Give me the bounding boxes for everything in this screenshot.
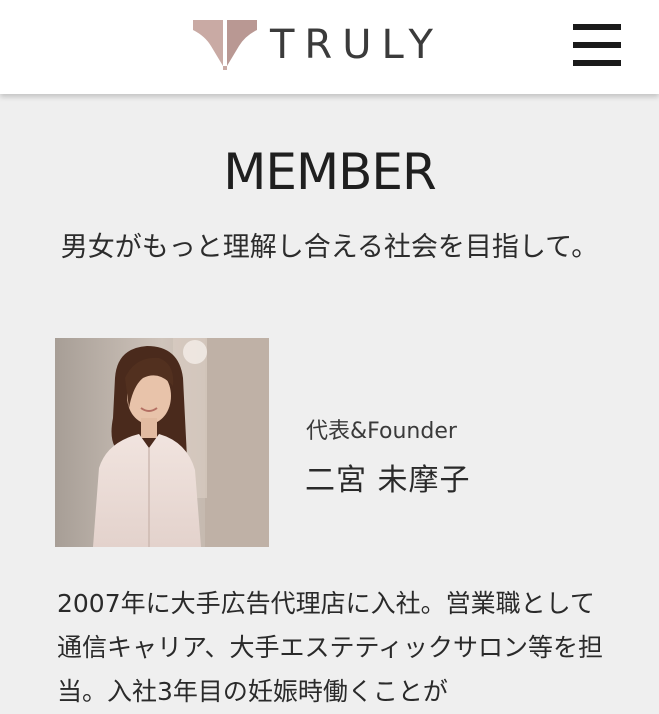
member-photo xyxy=(55,338,269,547)
member-role: 代表&Founder xyxy=(306,419,457,444)
menu-bar xyxy=(573,60,621,66)
brand-name[interactable]: TRULY xyxy=(270,20,443,70)
portrait-image xyxy=(55,338,269,547)
member-name: 二宮 未摩子 xyxy=(305,463,471,498)
hamburger-menu-icon[interactable] xyxy=(573,22,621,68)
page-subtitle: 男女がもっと理解し合える社会を目指して。 xyxy=(60,232,599,263)
site-header: TRULY xyxy=(0,0,659,94)
menu-bar xyxy=(573,42,621,48)
page-title: MEMBER xyxy=(223,143,437,201)
member-bio: 2007年に大手広告代理店に入社。営業職として通信キャリア、大手エステティックサ… xyxy=(57,589,604,706)
menu-bar xyxy=(573,24,621,30)
truly-logo-icon[interactable] xyxy=(193,16,257,70)
